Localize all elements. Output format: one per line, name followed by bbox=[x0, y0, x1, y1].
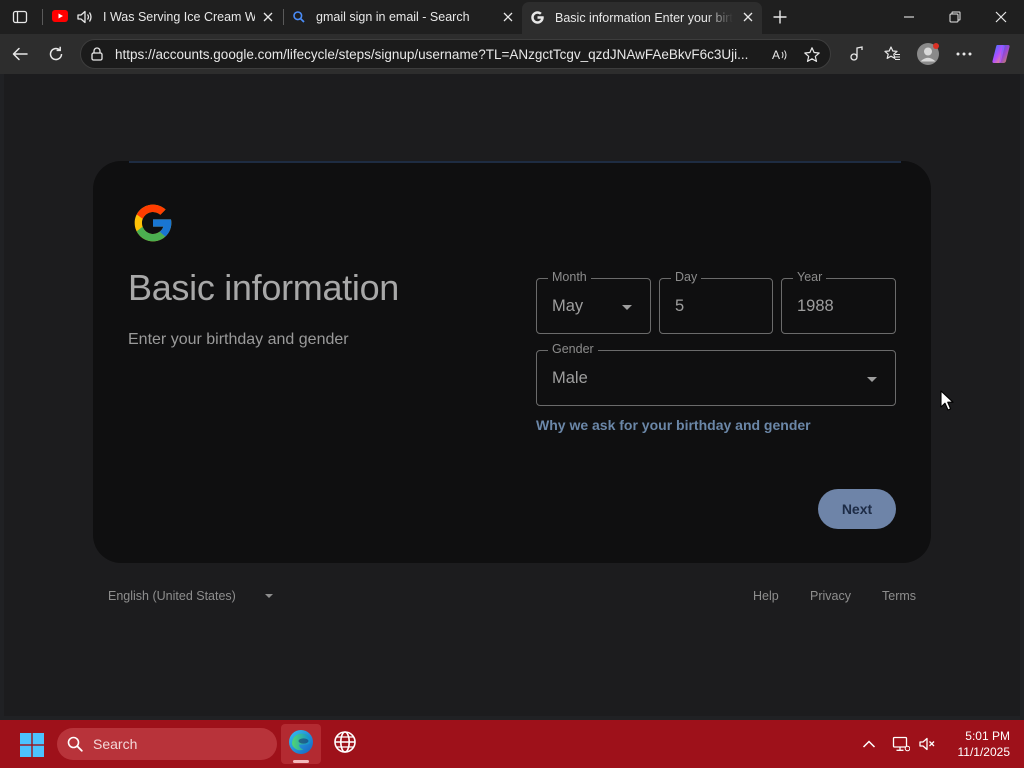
favorite-star-icon[interactable] bbox=[801, 44, 823, 66]
youtube-icon bbox=[52, 10, 68, 22]
windows-start-icon[interactable] bbox=[20, 733, 44, 757]
address-bar[interactable]: https://accounts.google.com/lifecycle/st… bbox=[80, 39, 831, 69]
taskbar-search-box[interactable]: Search bbox=[57, 728, 277, 760]
tab-title: I Was Serving Ice Cream With bbox=[103, 10, 255, 24]
close-tab-icon[interactable] bbox=[740, 9, 756, 25]
clock-time: 5:01 PM bbox=[965, 729, 1010, 743]
browser-toolbar: https://accounts.google.com/lifecycle/st… bbox=[0, 34, 1024, 74]
day-input[interactable]: Day 5 bbox=[659, 270, 773, 334]
progress-bar bbox=[129, 161, 901, 163]
restore-button[interactable] bbox=[942, 4, 968, 30]
profile-avatar[interactable] bbox=[915, 41, 941, 67]
tab-title: gmail sign in email - Search bbox=[316, 10, 470, 24]
speaker-icon[interactable] bbox=[76, 8, 94, 26]
read-aloud-icon[interactable]: A bbox=[769, 44, 791, 66]
back-button[interactable] bbox=[7, 41, 33, 67]
privacy-link[interactable]: Privacy bbox=[810, 589, 851, 603]
page-subtitle: Enter your birthday and gender bbox=[128, 331, 349, 348]
why-we-ask-link[interactable]: Why we ask for your birthday and gender bbox=[536, 417, 811, 433]
new-tab-button[interactable] bbox=[768, 5, 792, 29]
google-logo bbox=[131, 201, 175, 245]
tab-search[interactable]: gmail sign in email - Search bbox=[284, 2, 522, 32]
volume-muted-icon[interactable] bbox=[915, 732, 939, 756]
globe-icon bbox=[333, 730, 357, 759]
language-dropdown-icon[interactable] bbox=[265, 594, 273, 598]
tab-youtube[interactable]: I Was Serving Ice Cream With bbox=[44, 2, 282, 32]
mouse-cursor-icon bbox=[940, 390, 956, 412]
terms-link[interactable]: Terms bbox=[882, 589, 916, 603]
url-text: https://accounts.google.com/lifecycle/st… bbox=[115, 47, 749, 62]
day-label: Day bbox=[671, 270, 702, 284]
copilot-icon[interactable] bbox=[988, 41, 1014, 67]
tab-actions-icon[interactable] bbox=[8, 5, 32, 29]
search-icon bbox=[292, 10, 306, 24]
month-value: May bbox=[552, 297, 584, 315]
extensions-icon[interactable] bbox=[843, 41, 869, 67]
next-button[interactable]: Next bbox=[818, 489, 896, 529]
tab-separator bbox=[42, 9, 43, 25]
browser-tab-bar: I Was Serving Ice Cream With gmail sign … bbox=[0, 0, 1024, 34]
taskbar-edge-app[interactable] bbox=[281, 724, 321, 764]
site-info-icon[interactable] bbox=[89, 46, 105, 62]
signup-card: Basic information Enter your birthday an… bbox=[93, 161, 931, 563]
favorites-icon[interactable] bbox=[879, 41, 905, 67]
page-viewport: Basic information Enter your birthday an… bbox=[4, 74, 1020, 716]
year-label: Year bbox=[793, 270, 827, 284]
page-title: Basic information bbox=[128, 267, 400, 308]
tab-google-signup[interactable]: Basic information Enter your birthday bbox=[522, 2, 762, 34]
active-app-indicator bbox=[293, 760, 309, 763]
language-selector[interactable]: English (United States) bbox=[108, 589, 236, 603]
gender-label: Gender bbox=[548, 342, 598, 356]
edge-icon bbox=[288, 729, 314, 760]
svg-text:A: A bbox=[772, 48, 780, 62]
close-window-button[interactable] bbox=[988, 4, 1014, 30]
help-link[interactable]: Help bbox=[753, 589, 779, 603]
system-clock[interactable]: 5:01 PM 11/1/2025 bbox=[940, 728, 1011, 760]
day-value: 5 bbox=[675, 297, 685, 315]
minimize-button[interactable] bbox=[896, 4, 922, 30]
year-value: 1988 bbox=[797, 297, 834, 315]
dropdown-arrow-icon bbox=[622, 305, 632, 310]
more-options-icon[interactable] bbox=[951, 41, 977, 67]
clock-date: 11/1/2025 bbox=[957, 745, 1011, 759]
network-icon[interactable] bbox=[889, 732, 913, 756]
refresh-button[interactable] bbox=[43, 41, 69, 67]
dropdown-arrow-icon bbox=[867, 377, 877, 382]
gender-value: Male bbox=[552, 369, 588, 387]
month-select[interactable]: Month May bbox=[536, 270, 651, 334]
show-hidden-icons-chevron-icon[interactable] bbox=[857, 732, 881, 756]
close-tab-icon[interactable] bbox=[260, 9, 276, 25]
tab-title: Basic information Enter your birthday bbox=[555, 11, 733, 25]
close-tab-icon[interactable] bbox=[500, 9, 516, 25]
year-input[interactable]: Year 1988 bbox=[781, 270, 896, 334]
gender-select[interactable]: Gender Male bbox=[536, 342, 896, 406]
taskbar-search-placeholder: Search bbox=[93, 736, 138, 752]
google-icon bbox=[530, 10, 545, 25]
month-label: Month bbox=[548, 270, 591, 284]
windows-taskbar: Search 5:01 PM 11/1/2025 bbox=[0, 720, 1024, 768]
search-icon bbox=[67, 736, 83, 752]
taskbar-browser-app[interactable] bbox=[325, 724, 365, 764]
